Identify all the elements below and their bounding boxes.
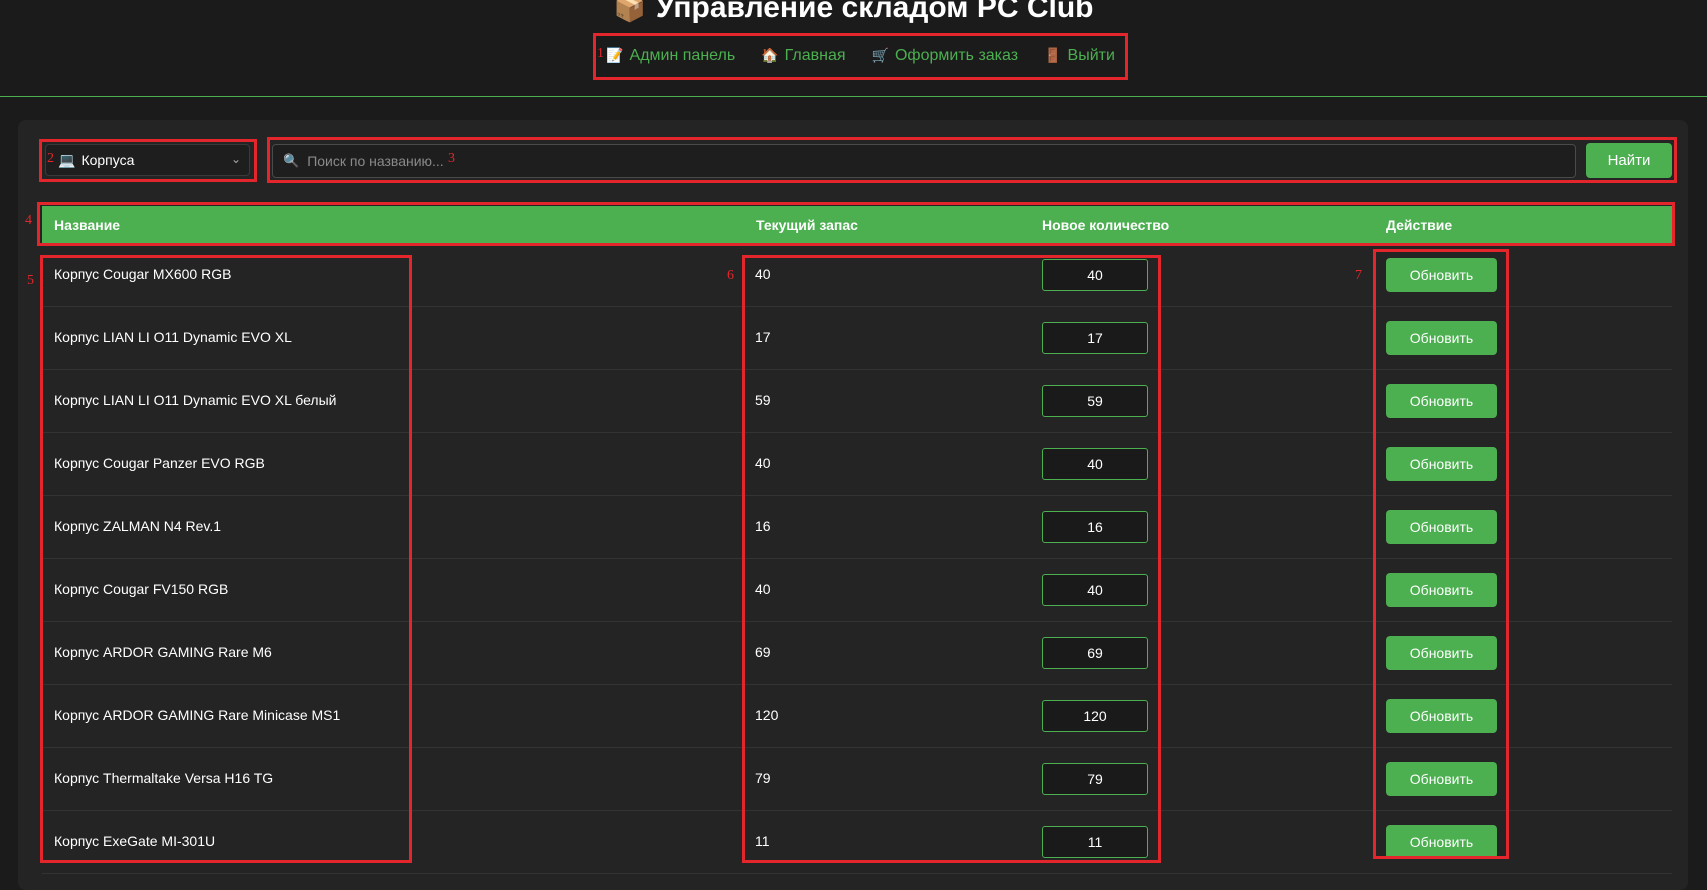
annotation-label-4: 4 [25, 213, 32, 228]
annotation-box-4 [37, 202, 1675, 246]
annotation-label-7: 7 [1355, 268, 1362, 283]
annotation-box-7 [1373, 249, 1509, 859]
annotation-label-5: 5 [27, 273, 34, 288]
page-title-text: Управление складом PC Club [655, 0, 1094, 24]
annotation-box-2 [39, 139, 257, 182]
annotation-label-1: 1 [597, 46, 604, 61]
annotation-label-6: 6 [727, 268, 734, 283]
annotation-box-6 [742, 255, 1161, 863]
annotation-box-3 [267, 137, 1677, 183]
page-title: 📦 Управление складом PC Club [0, 0, 1707, 28]
annotation-box-1 [593, 33, 1128, 80]
annotation-box-5 [40, 255, 412, 863]
annotation-label-2: 2 [47, 151, 54, 166]
package-icon: 📦 [613, 0, 646, 23]
annotation-label-3: 3 [448, 151, 455, 166]
